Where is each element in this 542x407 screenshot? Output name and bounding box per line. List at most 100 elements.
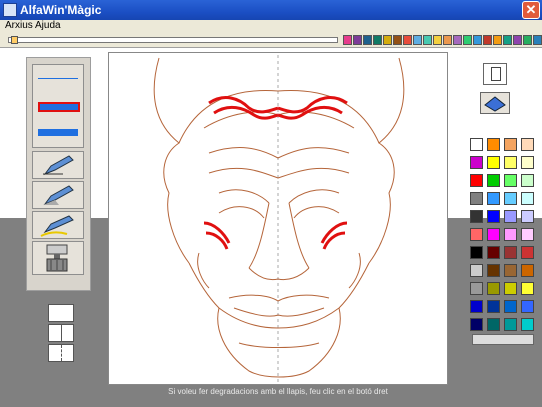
strip-color-1[interactable]	[353, 35, 362, 45]
palette-color-37[interactable]	[487, 300, 500, 313]
line-width-group	[32, 64, 84, 148]
palette-color-10[interactable]	[504, 174, 517, 187]
strip-color-17[interactable]	[513, 35, 522, 45]
page-icon	[491, 67, 501, 81]
drawing-canvas[interactable]	[108, 52, 448, 385]
single-page-button[interactable]	[48, 304, 74, 322]
strip-color-2[interactable]	[363, 35, 372, 45]
medium-line-icon	[38, 102, 80, 112]
palette-color-40[interactable]	[470, 318, 483, 331]
tool-panel	[26, 57, 91, 291]
selected-color-swatch	[472, 334, 534, 345]
palette-color-21[interactable]	[487, 228, 500, 241]
palette-color-1[interactable]	[487, 138, 500, 151]
strip-color-3[interactable]	[373, 35, 382, 45]
strip-color-0[interactable]	[343, 35, 352, 45]
close-button[interactable]: ✕	[522, 1, 540, 19]
strip-color-8[interactable]	[423, 35, 432, 45]
pen-icon	[43, 155, 74, 176]
roller-icon	[46, 244, 68, 272]
palette-color-4[interactable]	[470, 156, 483, 169]
roller-tool[interactable]	[32, 241, 84, 275]
palette-color-38[interactable]	[504, 300, 517, 313]
palette-color-32[interactable]	[470, 282, 483, 295]
thin-line-icon	[38, 78, 78, 79]
palette-color-30[interactable]	[504, 264, 517, 277]
palette-color-35[interactable]	[521, 282, 534, 295]
palette-color-8[interactable]	[470, 174, 483, 187]
size-slider[interactable]	[8, 36, 338, 44]
medium-line-tool[interactable]	[35, 94, 81, 118]
strip-color-7[interactable]	[413, 35, 422, 45]
palette-color-24[interactable]	[470, 246, 483, 259]
palette-color-5[interactable]	[487, 156, 500, 169]
menu-bar: Arxius Ajuda	[0, 20, 542, 33]
palette-color-14[interactable]	[504, 192, 517, 205]
color-palette	[470, 138, 534, 331]
app-icon	[3, 3, 17, 17]
palette-color-19[interactable]	[521, 210, 534, 223]
eraser-button[interactable]	[480, 92, 510, 114]
strip-color-19[interactable]	[533, 35, 542, 45]
thick-line-tool[interactable]	[35, 121, 81, 145]
palette-color-26[interactable]	[504, 246, 517, 259]
strip-color-5[interactable]	[393, 35, 402, 45]
mirror-button[interactable]	[48, 344, 74, 362]
palette-color-28[interactable]	[470, 264, 483, 277]
pen-fill-icon	[43, 185, 74, 206]
palette-color-25[interactable]	[487, 246, 500, 259]
strip-color-12[interactable]	[463, 35, 472, 45]
palette-color-6[interactable]	[504, 156, 517, 169]
palette-color-43[interactable]	[521, 318, 534, 331]
palette-color-31[interactable]	[521, 264, 534, 277]
palette-color-27[interactable]	[521, 246, 534, 259]
palette-color-0[interactable]	[470, 138, 483, 151]
strip-color-18[interactable]	[523, 35, 532, 45]
palette-color-22[interactable]	[504, 228, 517, 241]
strip-color-4[interactable]	[383, 35, 392, 45]
status-message: Si voleu fer degradacions amb el llapis,…	[168, 387, 388, 396]
strip-color-11[interactable]	[453, 35, 462, 45]
strip-color-16[interactable]	[503, 35, 512, 45]
strip-color-14[interactable]	[483, 35, 492, 45]
palette-color-42[interactable]	[504, 318, 517, 331]
palette-color-34[interactable]	[504, 282, 517, 295]
window-title: AlfaWin'Màgic	[20, 3, 102, 17]
pencil-tool[interactable]	[32, 211, 84, 239]
palette-color-17[interactable]	[487, 210, 500, 223]
palette-color-36[interactable]	[470, 300, 483, 313]
palette-color-2[interactable]	[504, 138, 517, 151]
eraser-icon	[484, 96, 506, 112]
palette-color-7[interactable]	[521, 156, 534, 169]
palette-color-16[interactable]	[470, 210, 483, 223]
palette-color-12[interactable]	[470, 192, 483, 205]
blank-page-button[interactable]	[483, 63, 507, 85]
palette-color-18[interactable]	[504, 210, 517, 223]
strip-color-10[interactable]	[443, 35, 452, 45]
pen-tool[interactable]	[32, 151, 84, 179]
palette-color-11[interactable]	[521, 174, 534, 187]
palette-color-3[interactable]	[521, 138, 534, 151]
palette-color-9[interactable]	[487, 174, 500, 187]
title-bar: AlfaWin'Màgic ✕	[0, 0, 542, 20]
palette-color-13[interactable]	[487, 192, 500, 205]
strip-color-9[interactable]	[433, 35, 442, 45]
strip-color-15[interactable]	[493, 35, 502, 45]
palette-color-23[interactable]	[521, 228, 534, 241]
pen-fill-tool[interactable]	[32, 181, 84, 209]
menu-item-ajuda[interactable]: Ajuda	[35, 20, 61, 31]
split-vertical-button[interactable]	[48, 324, 74, 342]
thin-line-tool[interactable]	[35, 67, 81, 91]
palette-color-33[interactable]	[487, 282, 500, 295]
palette-color-15[interactable]	[521, 192, 534, 205]
thick-line-icon	[38, 129, 78, 136]
palette-color-29[interactable]	[487, 264, 500, 277]
palette-color-20[interactable]	[470, 228, 483, 241]
palette-color-39[interactable]	[521, 300, 534, 313]
strip-color-13[interactable]	[473, 35, 482, 45]
strip-color-6[interactable]	[403, 35, 412, 45]
palette-color-41[interactable]	[487, 318, 500, 331]
slider-thumb[interactable]	[11, 36, 18, 44]
menu-item-arxius[interactable]: Arxius	[5, 20, 33, 31]
color-strip	[343, 35, 542, 45]
